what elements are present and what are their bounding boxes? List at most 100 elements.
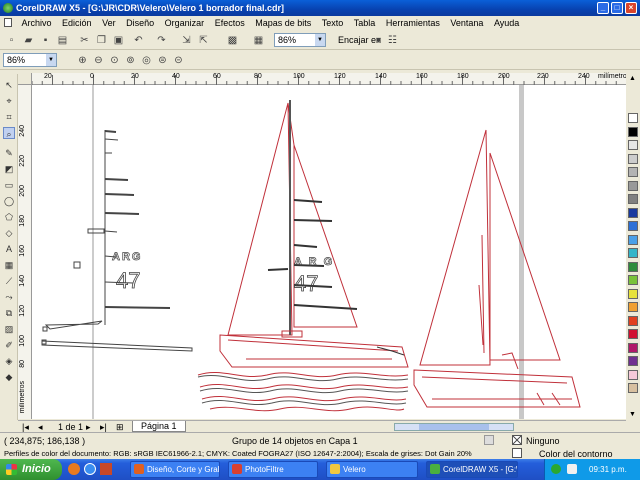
browser-quicklaunch-icon[interactable] (84, 463, 96, 475)
import-icon[interactable]: ⇲ (180, 34, 193, 47)
sail-number-boat[interactable]: 47 (294, 271, 319, 297)
sail-text-arg[interactable]: ARG (112, 251, 142, 264)
zoom-level-combo[interactable]: 86% ▼ (274, 33, 326, 47)
zoom-combo[interactable]: 86% ▼ (3, 53, 57, 67)
maximize-button[interactable]: □ (611, 2, 623, 14)
close-button[interactable]: × (625, 2, 637, 14)
vertical-ruler[interactable]: 240 220 200 180 160 140 120 100 80 milím… (18, 85, 32, 419)
color-swatch[interactable] (628, 113, 638, 123)
horizontal-scrollbar[interactable] (394, 423, 514, 431)
color-swatch[interactable] (628, 369, 638, 380)
volume-icon[interactable] (567, 464, 577, 474)
freehand-tool-icon[interactable]: ✎ (3, 147, 15, 159)
fill-options-icon[interactable] (484, 435, 494, 445)
pick-tool-icon[interactable]: ↖ (3, 79, 15, 91)
shape-tool-icon[interactable]: ⌖ (3, 95, 15, 107)
menu-herramientas[interactable]: Herramientas (382, 16, 444, 30)
fill-tool-icon[interactable]: ◆ (3, 371, 15, 383)
color-swatch[interactable] (628, 342, 638, 353)
color-swatch[interactable] (628, 180, 638, 191)
color-swatch[interactable] (628, 383, 638, 393)
color-swatch[interactable] (628, 153, 638, 164)
connector-tool-icon[interactable]: ⤳ (3, 291, 15, 303)
tray-status-icon[interactable] (551, 464, 561, 474)
clock[interactable]: 09:31 p.m. (589, 465, 627, 474)
save-icon[interactable]: ▪ (39, 34, 52, 47)
document-icon[interactable] (4, 18, 12, 27)
blend-tool-icon[interactable]: ⧉ (3, 307, 15, 319)
sail-text-arg-boat[interactable]: A R G (294, 256, 334, 269)
menu-edicion[interactable]: Edición (58, 16, 96, 30)
horizontal-ruler[interactable]: 20 0 20 40 60 80 100 120 140 160 180 200… (32, 73, 630, 85)
print-icon[interactable]: ▤ (56, 34, 69, 47)
color-profiles[interactable]: Perfiles de color del documento: RGB: sR… (4, 449, 472, 458)
menu-diseno[interactable]: Diseño (122, 16, 158, 30)
task-photofiltre[interactable]: PhotoFiltre (228, 461, 318, 478)
app-quicklaunch-icon[interactable] (100, 463, 112, 475)
text-tool-icon[interactable]: A (3, 243, 15, 255)
publish-pdf-icon[interactable]: ▩ (226, 34, 239, 47)
fill-value[interactable]: Ninguno (526, 436, 560, 446)
export-icon[interactable]: ⇱ (197, 34, 210, 47)
outline-value[interactable]: Color del contorno (539, 449, 613, 459)
copy-icon[interactable]: ❐ (95, 34, 108, 47)
minimize-button[interactable]: _ (597, 2, 609, 14)
outline-tool-icon[interactable]: ◈ (3, 355, 15, 367)
drawing-artwork[interactable]: ARG 47 A R G 47 (32, 85, 626, 419)
table-tool-icon[interactable]: ▦ (3, 259, 15, 271)
color-swatch[interactable] (628, 207, 638, 218)
menu-texto[interactable]: Texto (318, 16, 348, 30)
sail-number[interactable]: 47 (116, 268, 141, 294)
color-swatch[interactable] (628, 221, 638, 231)
rectangle-tool-icon[interactable]: ▭ (3, 179, 15, 191)
open-folder-icon[interactable]: ▰ (22, 34, 35, 47)
crop-tool-icon[interactable]: ⌗ (3, 111, 15, 123)
drawing-canvas[interactable]: ARG 47 A R G 47 (32, 85, 626, 419)
chevron-down-icon[interactable]: ▼ (46, 54, 56, 66)
task-coreldraw[interactable]: CorelDRAW X5 - [G:\... (426, 461, 518, 478)
zoom-all-objects-icon[interactable]: ⊚ (124, 54, 137, 67)
chevron-down-icon[interactable]: ▾ (372, 34, 385, 47)
firefox-quicklaunch-icon[interactable] (68, 463, 80, 475)
task-velero-folder[interactable]: Velero (326, 461, 418, 478)
polygon-tool-icon[interactable]: ⬠ (3, 211, 15, 223)
menu-archivo[interactable]: Archivo (18, 16, 56, 30)
color-swatch[interactable] (628, 140, 638, 150)
ruler-origin[interactable] (18, 73, 32, 85)
transparency-tool-icon[interactable]: ▨ (3, 323, 15, 335)
task-diseno-corte[interactable]: Diseño, Corte y Grab... (130, 461, 220, 478)
menu-mapas-de-bits[interactable]: Mapas de bits (251, 16, 315, 30)
eyedropper-tool-icon[interactable]: ✐ (3, 339, 15, 351)
sailboat-right[interactable] (413, 129, 581, 408)
zoom-width-icon[interactable]: ⊜ (156, 54, 169, 67)
cut-icon[interactable]: ✂ (78, 34, 91, 47)
chevron-down-icon[interactable]: ▼ (315, 34, 325, 46)
scrollbar-thumb[interactable] (419, 424, 489, 430)
color-swatch[interactable] (628, 275, 638, 285)
sail-parts-exploded[interactable] (41, 130, 193, 352)
zoom-height-icon[interactable]: ⊝ (172, 54, 185, 67)
menu-ayuda[interactable]: Ayuda (490, 16, 523, 30)
menu-organizar[interactable]: Organizar (161, 16, 209, 30)
basic-shapes-icon[interactable]: ◇ (3, 227, 15, 239)
color-swatch[interactable] (628, 234, 638, 245)
zoom-in-icon[interactable]: ⊕ (76, 54, 89, 67)
zoom-selected-icon[interactable]: ⊙ (108, 54, 121, 67)
color-swatch[interactable] (628, 288, 638, 299)
palette-scroll-down-icon[interactable]: ▼ (629, 411, 636, 418)
color-swatch[interactable] (628, 329, 638, 339)
color-swatch[interactable] (628, 356, 638, 366)
zoom-page-icon[interactable]: ◎ (140, 54, 153, 67)
palette-scroll-up-icon[interactable]: ▲ (629, 75, 636, 82)
color-swatch[interactable] (628, 248, 638, 258)
menu-ventana[interactable]: Ventana (446, 16, 487, 30)
color-swatch[interactable] (628, 261, 638, 272)
smart-fill-icon[interactable]: ◩ (3, 163, 15, 175)
color-swatch[interactable] (628, 315, 638, 326)
page-tab[interactable]: Página 1 (132, 421, 186, 432)
menu-efectos[interactable]: Efectos (211, 16, 249, 30)
color-swatch[interactable] (628, 302, 638, 312)
color-swatch[interactable] (628, 194, 638, 204)
undo-icon[interactable]: ↶ (132, 34, 145, 47)
start-button[interactable]: Inicio (0, 459, 62, 480)
